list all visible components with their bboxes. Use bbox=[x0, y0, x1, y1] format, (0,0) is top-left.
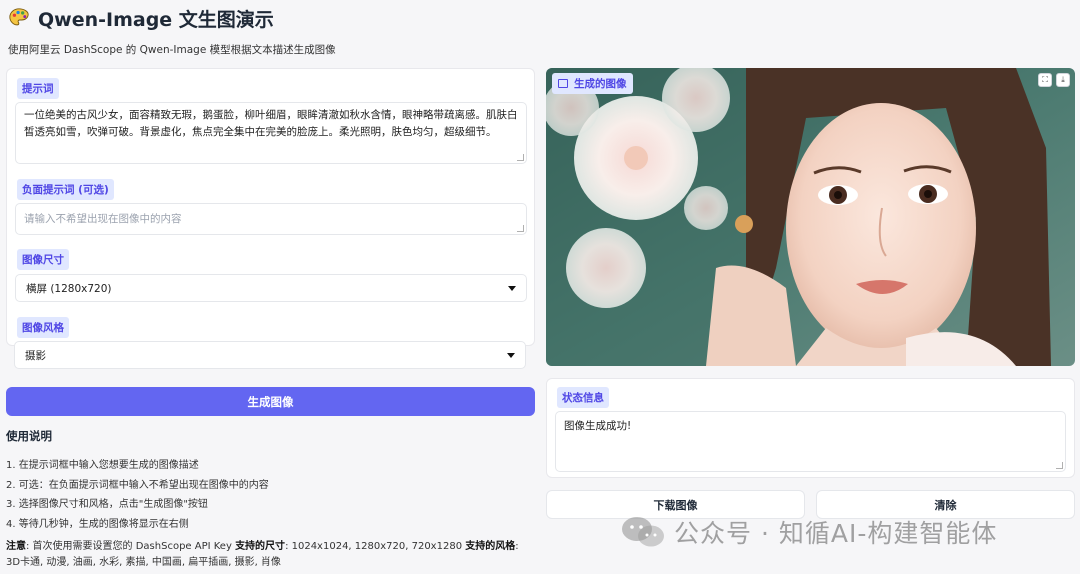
input-panel: 提示词 一位绝美的古风少女，面容精致无瑕，鹅蛋脸，柳叶细眉，眼眸清澈如秋水含情，… bbox=[6, 68, 535, 346]
image-icon bbox=[558, 79, 568, 88]
status-text: 图像生成成功! bbox=[564, 420, 632, 432]
negative-prompt-label: 负面提示词 (可选) bbox=[17, 179, 114, 200]
generate-button[interactable]: 生成图像 bbox=[6, 387, 535, 416]
instruction-step: 4. 等待几秒钟，生成的图像将显示在右侧 bbox=[6, 518, 189, 530]
prompt-text: 一位绝美的古风少女，面容精致无瑕，鹅蛋脸，柳叶细眉，眼眸清澈如秋水含情，眼神略带… bbox=[24, 109, 518, 138]
instruction-step: 2. 可选：在负面提示词框中输入不希望出现在图像中的内容 bbox=[6, 479, 269, 491]
resize-grip-icon[interactable] bbox=[517, 154, 524, 161]
styles-label: 支持的风格 bbox=[465, 541, 516, 552]
instructions-section: 使用说明 1. 在提示词框中输入您想要生成的图像描述 2. 可选：在负面提示词框… bbox=[6, 428, 535, 571]
size-select-value: 横屏 (1280x720) bbox=[26, 282, 112, 295]
style-label: 图像风格 bbox=[17, 317, 69, 338]
watermark: 公众号 · 知循AI-构建智能体 bbox=[620, 514, 997, 550]
instructions-list: 1. 在提示词框中输入您想要生成的图像描述 2. 可选：在负面提示词框中输入不希… bbox=[6, 456, 535, 534]
style-select-value: 摄影 bbox=[25, 349, 46, 362]
generated-image-panel: 生成的图像 ⛶ ⤓ bbox=[546, 68, 1075, 366]
note-text: 注意: 首次使用需要设置您的 DashScope API Key 支持的尺寸: … bbox=[6, 539, 535, 571]
size-label: 图像尺寸 bbox=[17, 249, 69, 270]
size-select[interactable]: 横屏 (1280x720) bbox=[15, 274, 527, 302]
chevron-down-icon bbox=[508, 285, 516, 291]
resize-grip-icon[interactable] bbox=[1056, 462, 1063, 469]
wechat-icon bbox=[622, 517, 664, 547]
negative-prompt-placeholder: 请输入不希望出现在图像中的内容 bbox=[24, 213, 182, 225]
expand-icon[interactable]: ⛶ bbox=[1038, 73, 1052, 87]
status-label: 状态信息 bbox=[557, 387, 609, 408]
page-header: Qwen-Image 文生图演示 使用阿里云 DashScope 的 Qwen-… bbox=[8, 4, 1068, 57]
generated-image bbox=[546, 68, 1075, 366]
note-label: 注意 bbox=[6, 541, 26, 552]
status-panel: 状态信息 图像生成成功! bbox=[546, 378, 1075, 478]
page-subtitle: 使用阿里云 DashScope 的 Qwen-Image 模型根据文本描述生成图… bbox=[8, 44, 336, 56]
page-title: Qwen-Image 文生图演示 bbox=[38, 8, 274, 31]
palette-icon bbox=[9, 8, 29, 26]
watermark-text: 公众号 · 知循AI-构建智能体 bbox=[674, 519, 998, 548]
sizes-label: 支持的尺寸 bbox=[235, 541, 286, 552]
sizes-body: : 1024x1024, 1280x720, 720x1280 bbox=[285, 541, 466, 552]
instruction-step: 1. 在提示词框中输入您想要生成的图像描述 bbox=[6, 460, 199, 471]
prompt-label: 提示词 bbox=[17, 78, 59, 99]
resize-grip-icon[interactable] bbox=[517, 225, 524, 232]
download-icon[interactable]: ⤓ bbox=[1056, 73, 1070, 87]
instructions-title: 使用说明 bbox=[6, 429, 52, 443]
style-select[interactable]: 摄影 bbox=[14, 341, 526, 369]
status-textbox[interactable]: 图像生成成功! bbox=[555, 411, 1066, 472]
instruction-step: 3. 选择图像尺寸和风格，点击"生成图像"按钮 bbox=[6, 499, 208, 510]
generated-image-label-text: 生成的图像 bbox=[574, 78, 627, 90]
generated-image-label: 生成的图像 bbox=[552, 73, 633, 94]
chevron-down-icon bbox=[507, 352, 515, 358]
prompt-textarea[interactable]: 一位绝美的古风少女，面容精致无瑕，鹅蛋脸，柳叶细眉，眼眸清澈如秋水含情，眼神略带… bbox=[15, 102, 527, 164]
note-body: : 首次使用需要设置您的 DashScope API Key bbox=[26, 541, 236, 552]
negative-prompt-textarea[interactable]: 请输入不希望出现在图像中的内容 bbox=[15, 203, 527, 235]
